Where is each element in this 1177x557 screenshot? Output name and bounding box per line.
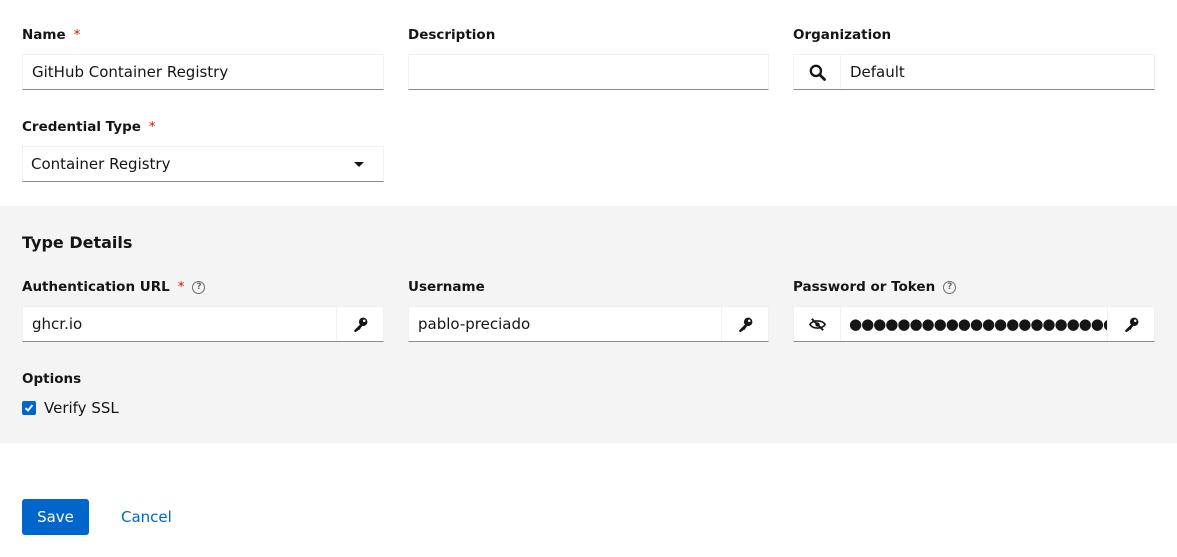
key-icon <box>1124 317 1138 332</box>
check-icon <box>24 404 34 412</box>
description-input[interactable] <box>408 54 769 90</box>
verify-ssl-label: Verify SSL <box>44 399 119 417</box>
username-value: pablo-preciado <box>418 315 531 333</box>
credential-type-select[interactable]: Container Registry <box>22 146 384 182</box>
name-label: Name * <box>22 27 80 43</box>
credential-type-value: Container Registry <box>31 155 171 173</box>
organization-label-text: Organization <box>793 27 892 43</box>
key-icon <box>353 317 367 332</box>
eye-slash-icon <box>808 317 826 331</box>
help-icon[interactable]: ? <box>943 280 957 294</box>
description-label-text: Description <box>408 27 496 43</box>
credential-type-label: Credential Type * <box>22 119 156 135</box>
type-details-title: Type Details <box>22 233 133 252</box>
username-input[interactable]: pablo-preciado <box>408 306 769 342</box>
name-input[interactable]: GitHub Container Registry <box>22 54 384 90</box>
credential-type-label-text: Credential Type <box>22 119 141 135</box>
password-value: ●●●●●●●●●●●●●●●●●●●●●●●●●●● <box>849 315 1107 333</box>
options-label: Options <box>22 371 81 387</box>
organization-label: Organization <box>793 27 891 43</box>
required-mark: * <box>177 279 185 295</box>
username-label-text: Username <box>408 279 485 295</box>
save-button[interactable]: Save <box>22 499 89 535</box>
description-label: Description <box>408 27 495 43</box>
auth-url-label: Authentication URL * ? <box>22 279 206 295</box>
password-input[interactable]: ●●●●●●●●●●●●●●●●●●●●●●●●●●● <box>793 306 1155 342</box>
auth-url-input[interactable]: ghcr.io <box>22 306 384 342</box>
caret-down-icon <box>354 162 364 167</box>
description-input-value <box>409 55 768 89</box>
credential-form: Name * GitHub Container Registry Descrip… <box>0 0 1177 557</box>
name-input-value: GitHub Container Registry <box>32 63 229 81</box>
auth-url-value: ghcr.io <box>32 315 83 333</box>
search-button[interactable] <box>794 55 841 89</box>
search-icon <box>809 64 826 81</box>
required-mark: * <box>148 119 156 135</box>
organization-lookup[interactable]: Default <box>793 54 1155 90</box>
auth-url-key-button[interactable] <box>336 307 383 341</box>
username-key-button[interactable] <box>721 307 768 341</box>
verify-ssl-option[interactable]: Verify SSL <box>22 399 119 417</box>
required-mark: * <box>73 27 81 43</box>
help-icon[interactable]: ? <box>192 280 206 294</box>
username-label: Username <box>408 279 485 295</box>
auth-url-label-text: Authentication URL <box>22 279 170 295</box>
password-label: Password or Token ? <box>793 279 957 295</box>
verify-ssl-checkbox[interactable] <box>22 401 36 415</box>
cancel-button[interactable]: Cancel <box>106 499 187 535</box>
name-label-text: Name <box>22 27 66 43</box>
organization-value: Default <box>850 63 905 81</box>
key-icon <box>738 317 752 332</box>
options-label-text: Options <box>22 371 82 387</box>
password-key-button[interactable] <box>1107 307 1154 341</box>
toggle-visibility-button[interactable] <box>794 307 841 341</box>
password-label-text: Password or Token <box>793 279 936 295</box>
